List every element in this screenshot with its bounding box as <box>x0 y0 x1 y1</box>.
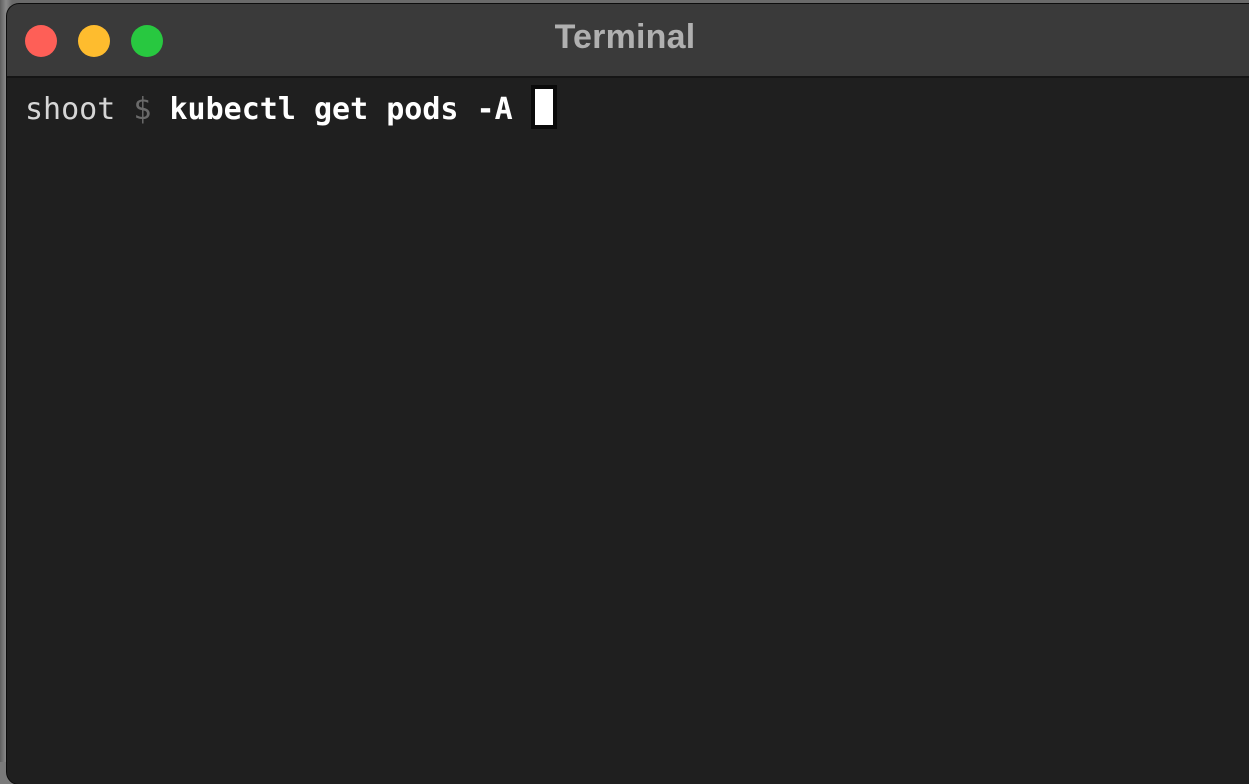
text-cursor <box>534 89 553 125</box>
prompt-symbol: $ <box>133 92 152 127</box>
prompt-user: shoot <box>25 92 116 127</box>
title-bar[interactable]: Terminal <box>7 4 1249 78</box>
terminal-window: Terminal shoot $ kubectl get pods -A <box>7 4 1249 784</box>
command-text: kubectl get pods -A <box>169 92 513 127</box>
command-line: shoot $ kubectl get pods -A <box>25 88 553 132</box>
terminal-content[interactable]: shoot $ kubectl get pods -A <box>7 78 1249 784</box>
window-title: Terminal <box>554 18 696 56</box>
